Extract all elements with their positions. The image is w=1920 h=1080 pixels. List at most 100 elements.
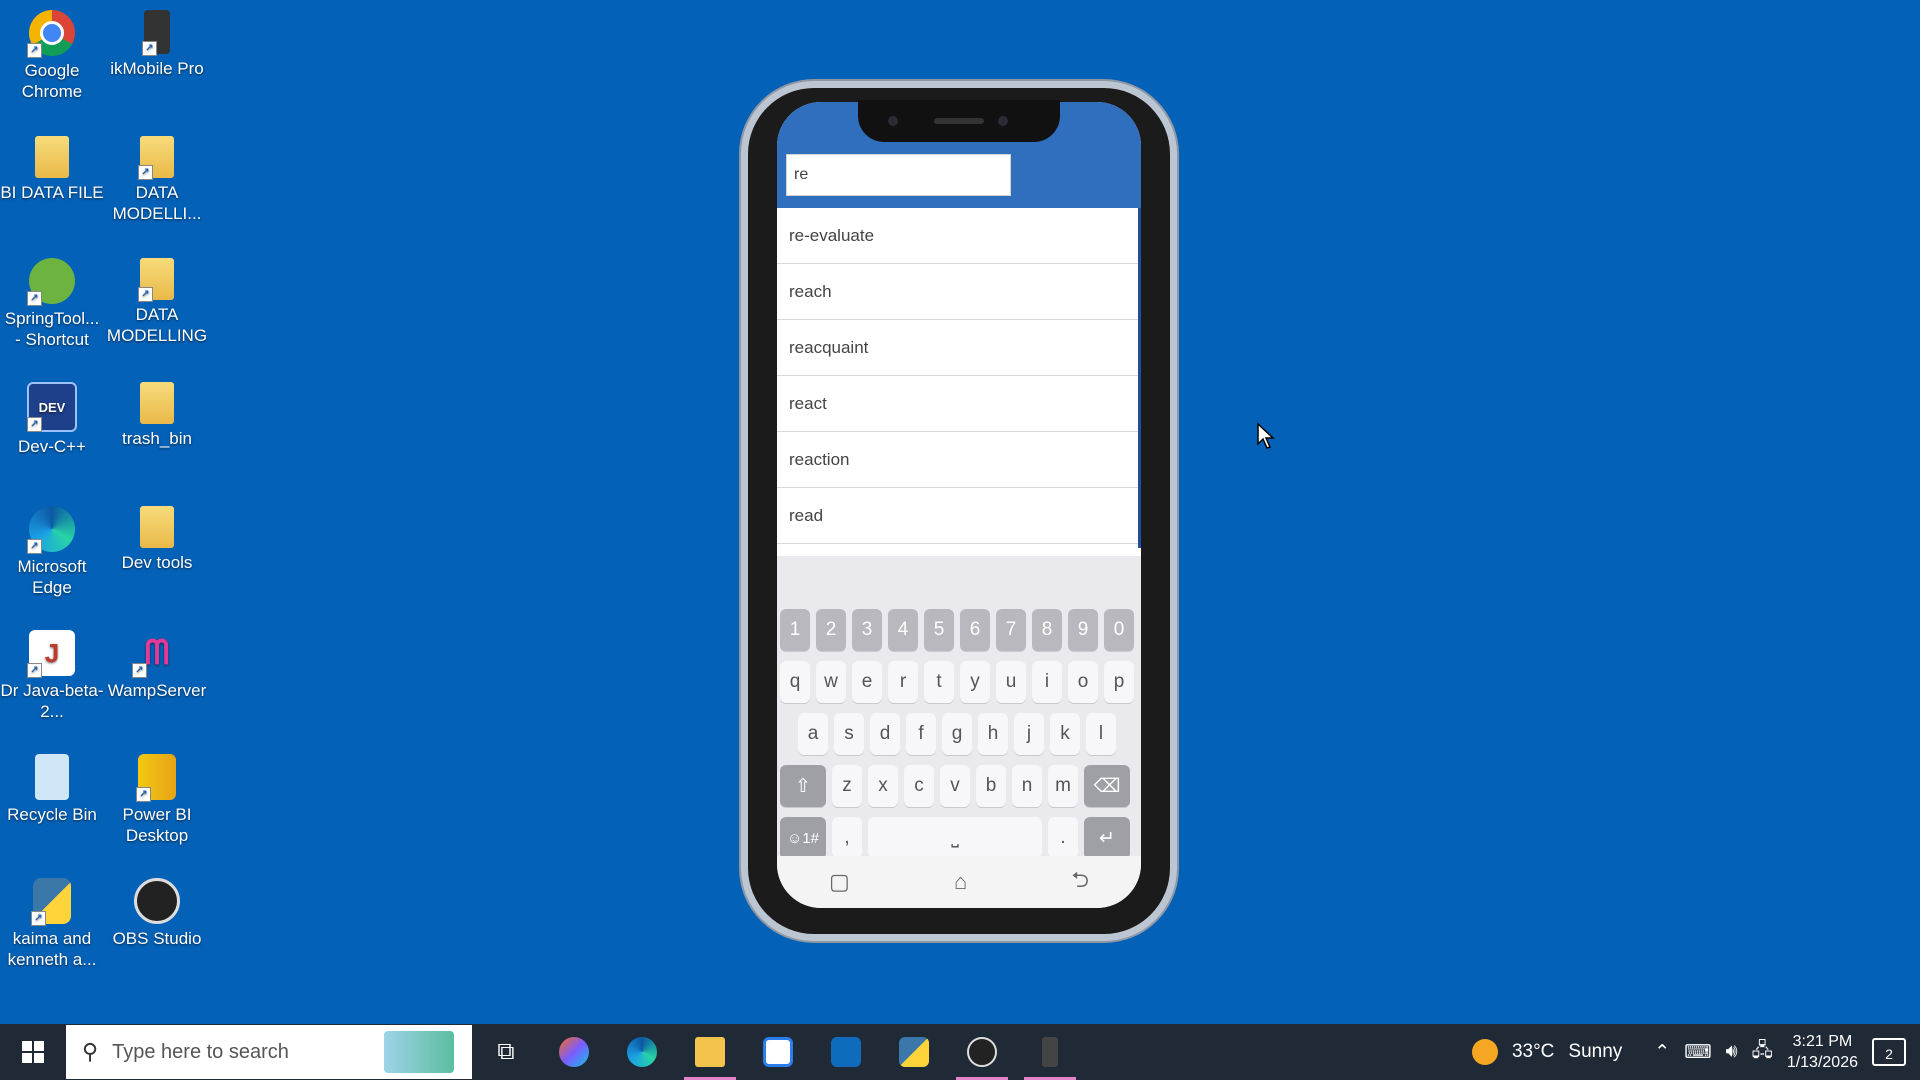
key-i[interactable]: i <box>1032 661 1062 703</box>
search-highlight-image <box>384 1031 454 1073</box>
weather-temp[interactable]: 33°C <box>1512 1041 1554 1063</box>
taskbar-edge[interactable] <box>608 1024 676 1080</box>
key-6[interactable]: 6 <box>960 609 990 651</box>
key-9[interactable]: 9 <box>1068 609 1098 651</box>
desktop-icon-bi-data-file[interactable]: BI DATA FILE <box>0 136 104 203</box>
key-y[interactable]: y <box>960 661 990 703</box>
edge-icon: ↗ <box>27 506 75 554</box>
meet-now-icon[interactable]: ⌨ <box>1684 1041 1711 1064</box>
key-e[interactable]: e <box>852 661 882 703</box>
key-o[interactable]: o <box>1068 661 1098 703</box>
taskbar-search[interactable]: ⚲ Type here to search <box>66 1025 472 1079</box>
key-n[interactable]: n <box>1012 765 1042 807</box>
key-f[interactable]: f <box>906 713 936 755</box>
key-s[interactable]: s <box>834 713 864 755</box>
taskbar: ⚲ Type here to search ⧉ 33°C Sunny ⌃ ⌨ 🔊… <box>0 1024 1920 1080</box>
home-icon[interactable]: ⌂ <box>954 869 967 895</box>
taskbar-python[interactable] <box>880 1024 948 1080</box>
key-j[interactable]: j <box>1014 713 1044 755</box>
recent-apps-icon[interactable]: ▢ <box>829 869 850 895</box>
symbols-key[interactable]: ☺1# <box>780 817 826 859</box>
desktop-icon-microsoft-edge[interactable]: ↗ Microsoft Edge <box>0 506 104 598</box>
key-w[interactable]: w <box>816 661 846 703</box>
key-c[interactable]: c <box>904 765 934 807</box>
search-input[interactable] <box>786 154 1011 196</box>
key-d[interactable]: d <box>870 713 900 755</box>
key-5[interactable]: 5 <box>924 609 954 651</box>
desktop-icon-obs-studio[interactable]: OBS Studio <box>105 878 209 949</box>
taskbar-ikmobile[interactable] <box>1016 1024 1084 1080</box>
desktop-icon-data-modelling[interactable]: ↗ DATA MODELLING <box>105 258 209 346</box>
list-scroll-edge <box>1138 208 1141 548</box>
key-x[interactable]: x <box>868 765 898 807</box>
desktop-icon-google-chrome[interactable]: ↗ Google Chrome <box>0 10 104 102</box>
key-u[interactable]: u <box>996 661 1026 703</box>
task-view-button[interactable]: ⧉ <box>472 1024 540 1080</box>
notification-center-icon[interactable]: 2 <box>1872 1038 1906 1066</box>
windows-icon <box>22 1041 44 1063</box>
key-7[interactable]: 7 <box>996 609 1026 651</box>
taskbar-outlook[interactable] <box>812 1024 880 1080</box>
desktop-icon-trash-bin[interactable]: trash_bin <box>105 382 209 449</box>
front-camera-icon <box>888 116 898 126</box>
key-v[interactable]: v <box>940 765 970 807</box>
space-key[interactable]: ⎵ <box>868 817 1042 859</box>
taskbar-store[interactable] <box>744 1024 812 1080</box>
mouse-cursor-icon <box>1257 423 1275 449</box>
clock-time: 3:21 PM <box>1792 1033 1853 1050</box>
key-2[interactable]: 2 <box>816 609 846 651</box>
key-p[interactable]: p <box>1104 661 1134 703</box>
folder-icon <box>695 1037 725 1067</box>
key-z[interactable]: z <box>832 765 862 807</box>
desktop-icon-springtool[interactable]: ↗ SpringTool... - Shortcut <box>0 258 104 350</box>
desktop-icon-python-file[interactable]: ↗ kaima and kenneth a... <box>0 878 104 970</box>
key-a[interactable]: a <box>798 713 828 755</box>
desktop-icon-power-bi[interactable]: ↗ Power BI Desktop <box>105 754 209 846</box>
desktop-icon-label: OBS Studio <box>112 929 202 948</box>
wampserver-icon: ᗰ ↗ <box>132 630 180 678</box>
key-r[interactable]: r <box>888 661 918 703</box>
start-button[interactable] <box>0 1024 66 1080</box>
chevron-up-icon[interactable]: ⌃ <box>1654 1041 1670 1064</box>
key-k[interactable]: k <box>1050 713 1080 755</box>
back-icon[interactable]: ⮌ <box>1071 863 1089 901</box>
suggestion-item[interactable]: react <box>777 376 1141 432</box>
key-4[interactable]: 4 <box>888 609 918 651</box>
enter-key[interactable]: ↵ <box>1084 817 1130 859</box>
desktop-icon-recycle-bin[interactable]: Recycle Bin <box>0 754 104 825</box>
key-b[interactable]: b <box>976 765 1006 807</box>
desktop-icon-data-modelli[interactable]: ↗ DATA MODELLI... <box>105 136 209 224</box>
suggestion-item[interactable]: reach <box>777 264 1141 320</box>
suggestion-item[interactable]: read <box>777 488 1141 544</box>
key-1[interactable]: 1 <box>780 609 810 651</box>
desktop-icon-dev-cpp[interactable]: DEV ↗ Dev-C++ <box>0 382 104 457</box>
key-h[interactable]: h <box>978 713 1008 755</box>
taskbar-file-explorer[interactable] <box>676 1024 744 1080</box>
desktop-icon-drjava[interactable]: J ↗ Dr Java-beta-2... <box>0 630 104 722</box>
suggestion-item[interactable]: reaction <box>777 432 1141 488</box>
desktop-icon-ikmobile-pro[interactable]: ↗ ikMobile Pro <box>105 10 209 79</box>
shift-key[interactable]: ⇧ <box>780 765 826 807</box>
weather-condition[interactable]: Sunny <box>1568 1041 1622 1063</box>
backspace-key[interactable]: ⌫ <box>1084 765 1130 807</box>
key-t[interactable]: t <box>924 661 954 703</box>
taskbar-copilot[interactable] <box>540 1024 608 1080</box>
key-g[interactable]: g <box>942 713 972 755</box>
suggestion-item[interactable]: reacquaint <box>777 320 1141 376</box>
key-l[interactable]: l <box>1086 713 1116 755</box>
folder-icon <box>35 136 69 178</box>
suggestion-item[interactable]: re-evaluate <box>777 208 1141 264</box>
volume-icon[interactable]: 🔊︎ <box>1726 1041 1738 1063</box>
period-key[interactable]: . <box>1048 817 1078 859</box>
key-8[interactable]: 8 <box>1032 609 1062 651</box>
taskbar-obs[interactable] <box>948 1024 1016 1080</box>
key-q[interactable]: q <box>780 661 810 703</box>
network-icon[interactable]: 🖧︎ <box>1752 1036 1773 1068</box>
key-0[interactable]: 0 <box>1104 609 1134 651</box>
key-3[interactable]: 3 <box>852 609 882 651</box>
clock[interactable]: 3:21 PM 1/13/2026 <box>1787 1031 1858 1073</box>
comma-key[interactable]: , <box>832 817 862 859</box>
desktop-icon-dev-tools[interactable]: Dev tools <box>105 506 209 573</box>
desktop-icon-wampserver[interactable]: ᗰ ↗ WampServer <box>105 630 209 701</box>
key-m[interactable]: m <box>1048 765 1078 807</box>
